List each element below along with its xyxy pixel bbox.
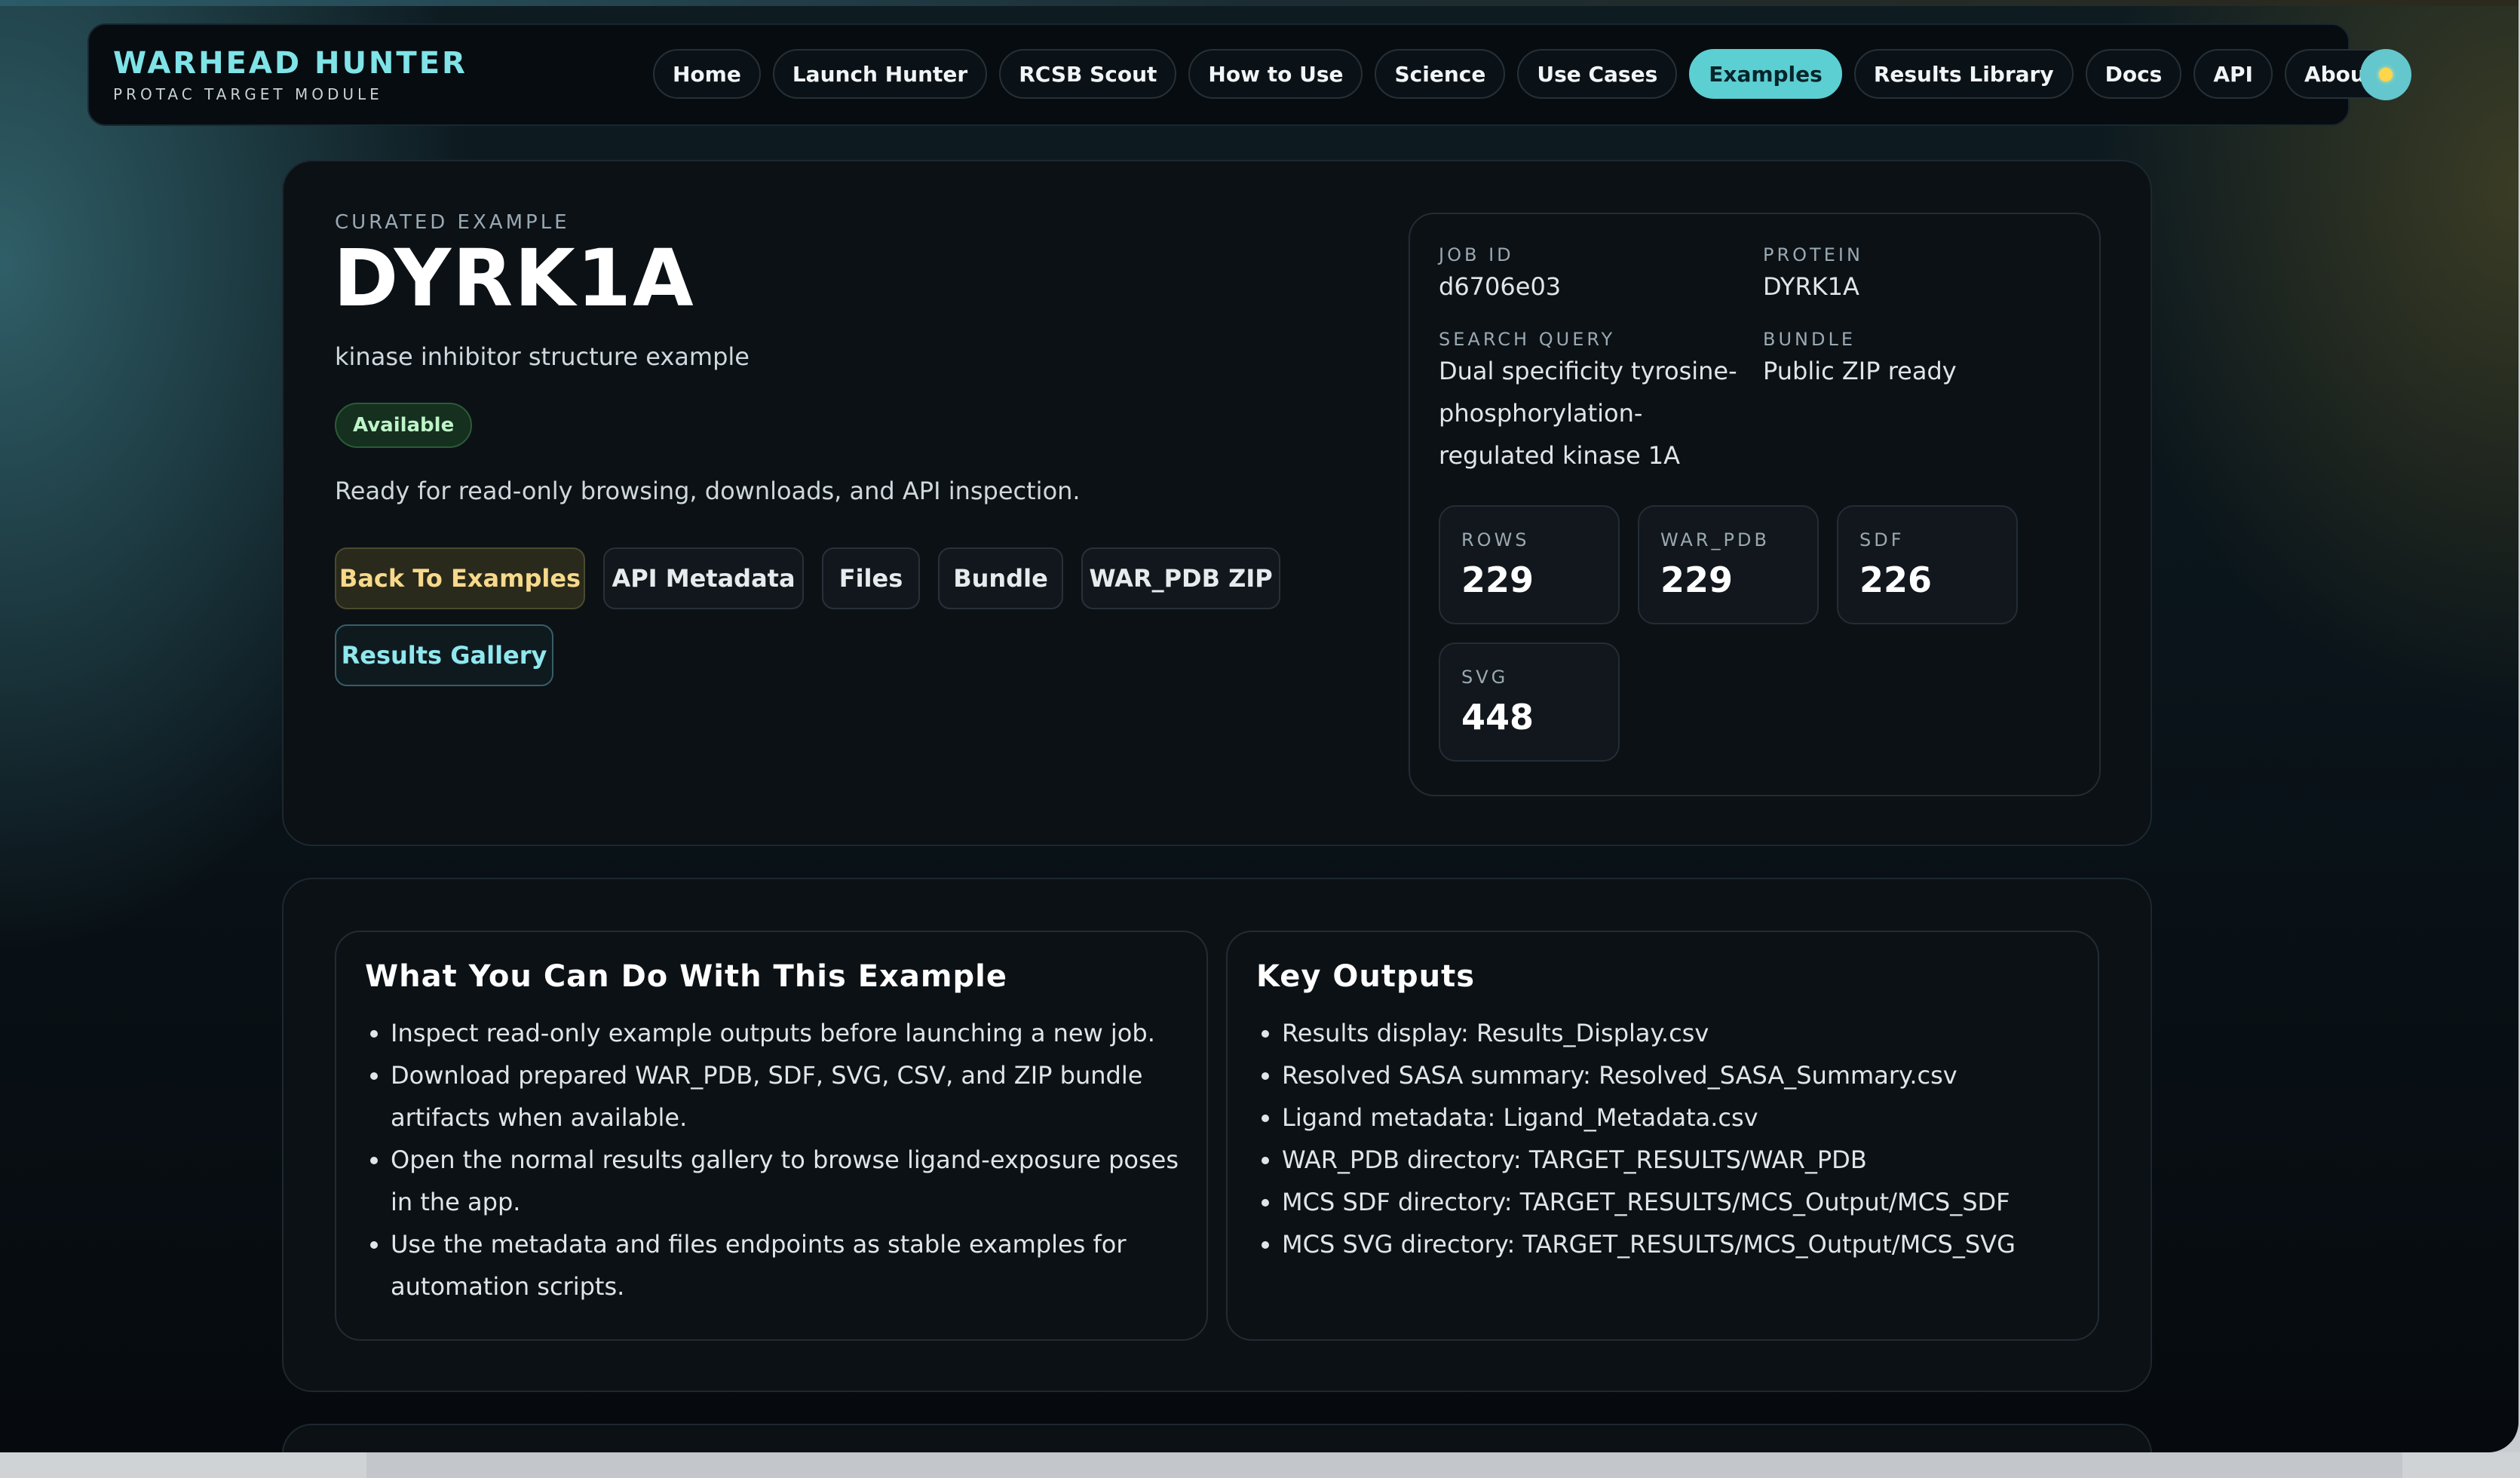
nav-launch-hunter[interactable]: Launch Hunter xyxy=(772,49,988,99)
search-query-line: Dual specificity tyrosine- xyxy=(1439,357,1737,385)
window-bottom-edge xyxy=(0,1452,2520,1478)
protein-field: PROTEIN DYRK1A xyxy=(1763,244,1863,308)
brand-subtitle: PROTAC TARGET MODULE xyxy=(113,85,383,103)
stat-label: WAR_PDB xyxy=(1660,529,1770,550)
nav-use-cases[interactable]: Use Cases xyxy=(1517,49,1678,99)
list-item: Resolved SASA summary: Resolved_SASA_Sum… xyxy=(1282,1054,2089,1096)
api-metadata-button[interactable]: API Metadata xyxy=(603,547,804,609)
results-gallery-button[interactable]: Results Gallery xyxy=(335,624,553,686)
list-item: Ligand metadata: Ligand_Metadata.csv xyxy=(1282,1096,2089,1139)
stat-card-war-pdb: WAR_PDB 229 xyxy=(1638,505,1819,624)
stat-label: SDF xyxy=(1859,529,1905,550)
list-item: Inspect read-only example outputs before… xyxy=(391,1012,1197,1054)
nav-results-library[interactable]: Results Library xyxy=(1853,49,2074,99)
files-button[interactable]: Files xyxy=(822,547,920,609)
browser-window: WARHEAD HUNTER PROTAC TARGET MODULE Home… xyxy=(0,0,2518,1452)
scrollbar-track xyxy=(366,1452,2402,1478)
list-item: Use the metadata and files endpoints as … xyxy=(391,1223,1197,1308)
top-edge xyxy=(0,0,2518,6)
capabilities-title: What You Can Do With This Example xyxy=(365,959,1008,994)
list-item: MCS SVG directory: TARGET_RESULTS/MCS_Ou… xyxy=(1282,1223,2089,1265)
hero-eyebrow: CURATED EXAMPLE xyxy=(335,211,570,234)
nav-docs[interactable]: Docs xyxy=(2085,49,2182,99)
stat-value: 229 xyxy=(1461,560,1534,600)
capabilities-list: Inspect read-only example outputs before… xyxy=(365,1012,1197,1308)
capabilities-panel: What You Can Do With This Example Inspec… xyxy=(335,931,1208,1341)
status-badge: Available xyxy=(335,403,473,448)
list-item: Open the normal results gallery to brows… xyxy=(391,1139,1197,1223)
bundle-label: BUNDLE xyxy=(1763,329,1856,350)
stat-label: SVG xyxy=(1461,667,1509,688)
search-query-value: Dual specificity tyrosine- phosphorylati… xyxy=(1439,350,1755,477)
nav-examples[interactable]: Examples xyxy=(1689,49,1842,99)
list-item: Download prepared WAR_PDB, SDF, SVG, CSV… xyxy=(391,1054,1197,1139)
list-item: MCS SDF directory: TARGET_RESULTS/MCS_Ou… xyxy=(1282,1181,2089,1223)
bundle-button[interactable]: Bundle xyxy=(938,547,1063,609)
page-title: DYRK1A xyxy=(333,232,695,324)
job-metadata-panel: JOB ID d6706e03 PROTEIN DYRK1A SEARCH QU… xyxy=(1409,213,2101,796)
search-query-line: phosphorylation- xyxy=(1439,399,1643,428)
theme-toggle-button[interactable] xyxy=(2360,49,2411,100)
stat-value: 448 xyxy=(1461,697,1534,737)
job-id-value: d6706e03 xyxy=(1439,272,1562,301)
key-outputs-panel: Key Outputs Results display: Results_Dis… xyxy=(1226,931,2099,1341)
next-section-card xyxy=(282,1424,2152,1452)
nav-api[interactable]: API xyxy=(2194,49,2273,99)
list-item: Results display: Results_Display.csv xyxy=(1282,1012,2089,1054)
back-to-examples-button[interactable]: Back To Examples xyxy=(335,547,585,609)
search-query-field: SEARCH QUERY Dual specificity tyrosine- … xyxy=(1439,329,1755,477)
stat-card-svg: SVG 448 xyxy=(1439,642,1620,762)
nav-how-to-use[interactable]: How to Use xyxy=(1188,49,1363,99)
brand[interactable]: WARHEAD HUNTER PROTAC TARGET MODULE xyxy=(113,46,468,103)
protein-label: PROTEIN xyxy=(1763,244,1863,265)
key-outputs-list: Results display: Results_Display.csv Res… xyxy=(1256,1012,2089,1265)
stat-value: 229 xyxy=(1660,560,1734,600)
key-outputs-title: Key Outputs xyxy=(1256,959,1476,994)
stat-card-rows: ROWS 229 xyxy=(1439,505,1620,624)
protein-value: DYRK1A xyxy=(1763,272,1859,301)
example-details-card: What You Can Do With This Example Inspec… xyxy=(282,878,2152,1392)
top-navigation: WARHEAD HUNTER PROTAC TARGET MODULE Home… xyxy=(87,23,2411,126)
search-query-label: SEARCH QUERY xyxy=(1439,329,1616,350)
job-id-field: JOB ID d6706e03 xyxy=(1439,244,1561,308)
hero-subtitle: kinase inhibitor structure example xyxy=(335,342,750,371)
hero-description: Ready for read-only browsing, downloads,… xyxy=(335,477,1081,505)
list-item: WAR_PDB directory: TARGET_RESULTS/WAR_PD… xyxy=(1282,1139,2089,1181)
brand-title: WARHEAD HUNTER xyxy=(113,46,468,81)
search-query-line: regulated kinase 1A xyxy=(1439,441,1681,470)
war-pdb-zip-button[interactable]: WAR_PDB ZIP xyxy=(1081,547,1280,609)
nav-home[interactable]: Home xyxy=(653,49,761,99)
job-id-label: JOB ID xyxy=(1439,244,1514,265)
nav-science[interactable]: Science xyxy=(1375,49,1506,99)
bundle-field: BUNDLE Public ZIP ready xyxy=(1763,329,1957,392)
sun-icon xyxy=(2379,68,2393,81)
nav-rcsb-scout[interactable]: RCSB Scout xyxy=(999,49,1177,99)
nav-links: Home Launch Hunter RCSB Scout How to Use… xyxy=(653,49,2396,99)
stat-card-sdf: SDF 226 xyxy=(1837,505,2018,624)
example-hero-card: CURATED EXAMPLE DYRK1A kinase inhibitor … xyxy=(282,160,2152,846)
stat-value: 226 xyxy=(1859,560,1933,600)
stat-label: ROWS xyxy=(1461,529,1530,550)
bundle-value: Public ZIP ready xyxy=(1763,357,1957,385)
